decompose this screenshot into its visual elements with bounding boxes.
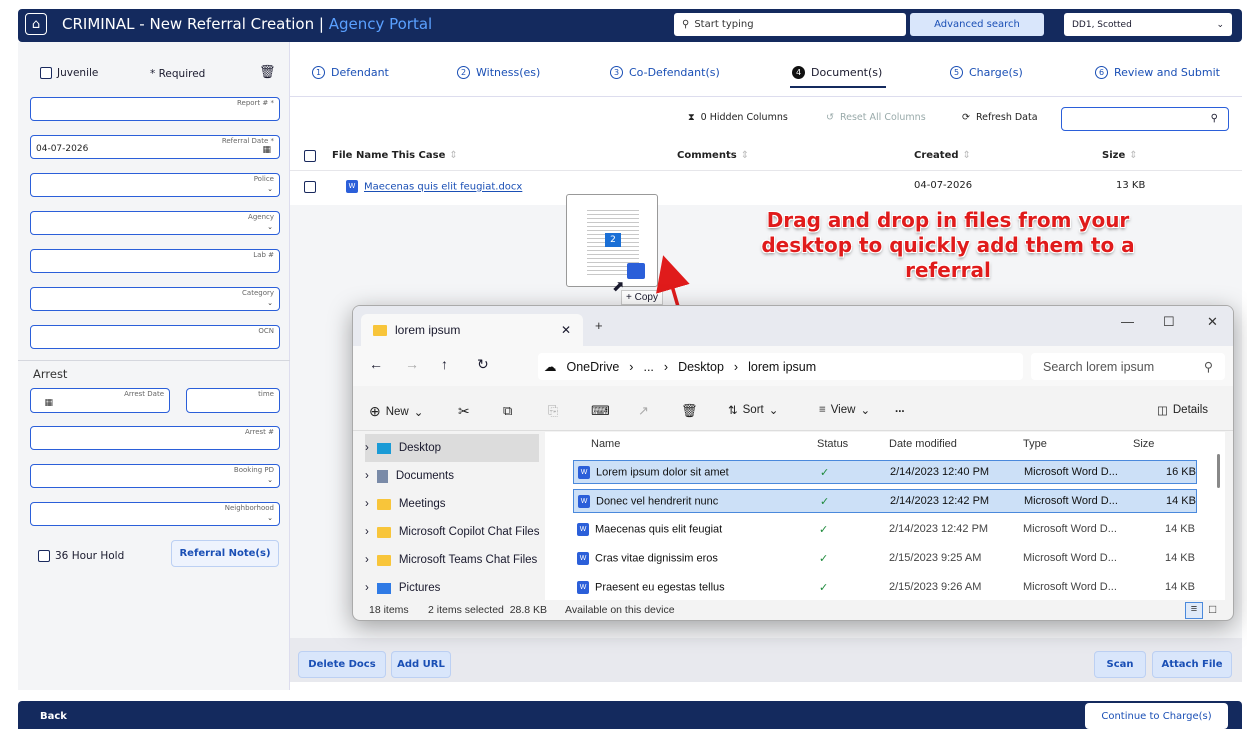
- details-button[interactable]: ◫ Details: [1157, 403, 1208, 417]
- plus-icon: ⊕: [369, 403, 381, 419]
- view-icon: ≡: [819, 404, 826, 416]
- view-button[interactable]: ≡ View ⌄: [819, 403, 870, 417]
- share-icon[interactable]: ↗: [638, 403, 649, 419]
- pictures-icon: [376, 582, 391, 594]
- file-row[interactable]: W Lorem ipsum dolor sit amet ✓ 2/14/2023 12…: [573, 460, 1197, 484]
- explorer-command-bar: ⊕ New ⌄ ✂ ⧉ ⎘ ⌨ ↗ 🗑 ⇅ Sort ⌄ ≡ View ⌄ ... ◫ Det…: [353, 394, 1233, 430]
- synced-icon: ✓: [820, 467, 830, 479]
- sort-icon: ⇅: [728, 405, 738, 417]
- annotation-text: Drag and drop in files from your desktop…: [761, 208, 1135, 282]
- details-view-icon[interactable]: ≡: [1185, 602, 1203, 619]
- column-date-modified[interactable]: Date modified: [889, 438, 957, 450]
- breadcrumb[interactable]: ☁ OneDrive › ... › Desktop › lorem ipsum: [538, 353, 1023, 380]
- explorer-status-bar: 18 items 2 items selected 28.8 KB Availa…: [353, 600, 1233, 620]
- copy-icon[interactable]: ⧉: [503, 403, 512, 419]
- new-tab-icon[interactable]: +: [595, 318, 603, 333]
- nav-item-teams-files[interactable]: › Microsoft Teams Chat Files: [365, 546, 541, 574]
- nav-item-meetings[interactable]: › Meetings: [365, 490, 541, 518]
- nav-item-desktop[interactable]: › Desktop: [365, 434, 539, 462]
- up-arrow-icon[interactable]: ↑: [441, 356, 448, 372]
- forward-arrow-icon[interactable]: →: [405, 356, 419, 372]
- close-tab-icon[interactable]: ✕: [561, 323, 571, 337]
- refresh-icon[interactable]: ↻: [477, 356, 489, 373]
- word-doc-icon: W: [578, 495, 590, 508]
- file-row[interactable]: W Donec vel hendrerit nunc ✓ 2/14/2023 12:4…: [573, 489, 1197, 513]
- explorer-nav-row: ← → ↑ ↻ ☁ OneDrive › ... › Desktop › lorem …: [353, 346, 1233, 386]
- column-status[interactable]: Status: [817, 438, 848, 450]
- rename-icon[interactable]: ⌨: [591, 403, 610, 419]
- word-doc-icon: W: [578, 466, 590, 479]
- cloud-icon: ☁: [544, 360, 557, 374]
- explorer-nav-pane: › Desktop › Documents › Meetings › Microsoft…: [353, 432, 541, 600]
- column-type[interactable]: Type: [1023, 438, 1047, 450]
- search-icon: ⚲: [1203, 360, 1213, 374]
- maximize-icon[interactable]: ☐: [1163, 314, 1175, 330]
- column-size[interactable]: Size: [1133, 438, 1154, 450]
- close-window-icon[interactable]: ✕: [1207, 314, 1218, 330]
- paste-icon[interactable]: ⎘: [548, 403, 558, 419]
- synced-icon: ✓: [819, 553, 829, 565]
- tiles-view-icon[interactable]: □: [1209, 602, 1216, 616]
- column-name[interactable]: Name: [591, 438, 620, 450]
- folder-icon: [373, 324, 387, 336]
- more-button[interactable]: ...: [895, 403, 905, 415]
- cut-icon[interactable]: ✂: [458, 403, 470, 420]
- folder-icon: [376, 498, 391, 510]
- explorer-tab[interactable]: lorem ipsum ✕: [361, 314, 583, 346]
- delete-icon[interactable]: 🗑: [681, 403, 698, 419]
- synced-icon: ✓: [819, 524, 829, 536]
- file-row[interactable]: W Cras vitae dignissim eros ✓ 2/15/2023 9:2…: [573, 547, 1197, 571]
- explorer-file-list: Name Status Date modified Type Size W Lor…: [545, 432, 1225, 600]
- new-button[interactable]: ⊕ New ⌄: [369, 403, 423, 420]
- explorer-search-input[interactable]: Search lorem ipsum ⚲: [1031, 353, 1225, 380]
- nav-item-pictures[interactable]: › Pictures: [365, 574, 541, 602]
- desktop-icon: [376, 442, 391, 454]
- folder-icon: [376, 554, 391, 566]
- word-doc-icon: W: [577, 581, 589, 594]
- synced-icon: ✓: [819, 582, 829, 594]
- word-doc-icon: W: [577, 523, 589, 536]
- documents-icon: [376, 469, 388, 483]
- file-row[interactable]: W Praesent eu egestas tellus ✓ 2/15/2023 9:…: [573, 576, 1197, 600]
- divider: [353, 430, 1233, 431]
- file-explorer-window[interactable]: lorem ipsum ✕ + — ☐ ✕ ← → ↑ ↻ ☁ OneDrive ›…: [352, 305, 1234, 621]
- details-pane-icon: ◫: [1157, 405, 1168, 417]
- minimize-icon[interactable]: —: [1121, 314, 1134, 329]
- synced-icon: ✓: [820, 496, 830, 508]
- word-doc-icon: W: [577, 552, 589, 565]
- sort-button[interactable]: ⇅ Sort ⌄: [728, 403, 778, 417]
- nav-item-copilot-files[interactable]: › Microsoft Copilot Chat Files: [365, 518, 541, 546]
- file-list-scrollbar[interactable]: [1217, 454, 1220, 488]
- folder-icon: [376, 526, 391, 538]
- file-row[interactable]: W Maecenas quis elit feugiat ✓ 2/14/2023 12…: [573, 518, 1197, 542]
- nav-item-documents[interactable]: › Documents: [365, 462, 541, 490]
- back-arrow-icon[interactable]: ←: [369, 356, 383, 372]
